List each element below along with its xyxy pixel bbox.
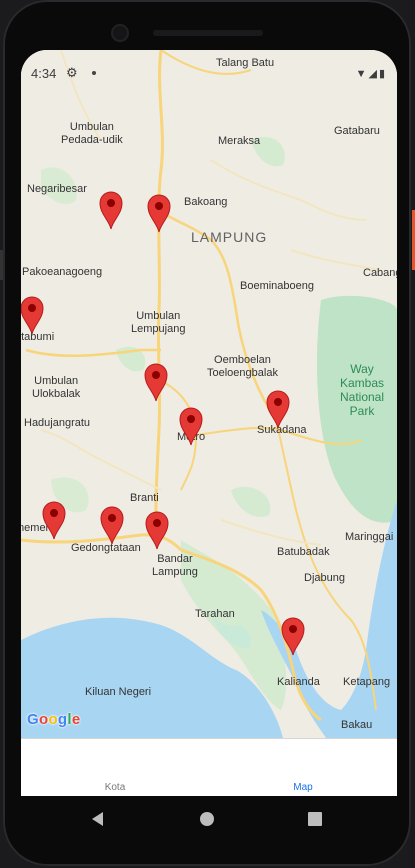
map-label: Hadujangratu xyxy=(24,417,91,429)
map-marker-pin[interactable] xyxy=(144,510,170,550)
home-icon[interactable] xyxy=(198,810,216,828)
phone-frame: Talang Batu Umbulan Pedada-udik Meraksa … xyxy=(3,0,411,866)
map-label: Tarahan xyxy=(195,608,235,620)
map-marker-pin[interactable] xyxy=(265,389,291,429)
system-navigation-bar xyxy=(3,796,411,866)
tab-map[interactable]: Map xyxy=(209,739,397,796)
front-camera-icon xyxy=(113,26,127,40)
map-park-label: Way Kambas National Park xyxy=(339,362,385,418)
map-marker-pin[interactable] xyxy=(98,190,124,230)
map-marker-pin[interactable] xyxy=(41,500,67,540)
tab-kota[interactable]: Kota xyxy=(21,739,209,796)
tab-kota-label: Kota xyxy=(104,782,126,793)
status-time: 4:34 xyxy=(31,66,57,81)
map-label: Bakoang xyxy=(184,196,228,208)
map-label: Umbulan Pedada-udik xyxy=(61,121,123,146)
map-label: Djabung xyxy=(304,572,345,584)
google-attribution-logo: Google xyxy=(27,711,81,728)
map-label: Kalianda xyxy=(277,676,320,688)
map-marker-pin[interactable] xyxy=(178,406,204,446)
map-label: Maringgai xyxy=(345,531,394,543)
map-label: Umbulan Lempujang xyxy=(131,310,186,335)
map-marker-pin[interactable] xyxy=(146,193,172,233)
map-label: Ketapang xyxy=(343,676,391,688)
map-marker-pin[interactable] xyxy=(21,295,45,335)
notification-dot-icon xyxy=(92,71,96,75)
map-label: Pakoeanagoeng xyxy=(22,266,103,278)
map-label: Bakau xyxy=(341,719,373,731)
map-label: Oemboelan Toeloengbalak xyxy=(207,354,278,379)
signal-battery-icons: ▼◢▮ xyxy=(355,68,387,80)
map-label: Kiluan Negeri xyxy=(85,686,152,698)
recents-icon[interactable] xyxy=(306,810,324,828)
map-label: Boeminaboeng xyxy=(240,280,315,292)
map-label: Negaribesar xyxy=(27,183,87,195)
map-view[interactable]: Talang Batu Umbulan Pedada-udik Meraksa … xyxy=(21,50,397,738)
bottom-navigation: Kota Map xyxy=(21,738,397,796)
map-label: Gatabaru xyxy=(334,125,380,137)
map-marker-pin[interactable] xyxy=(280,616,306,656)
app-screen: Talang Batu Umbulan Pedada-udik Meraksa … xyxy=(21,50,397,796)
tab-map-label: Map xyxy=(293,782,313,793)
earpiece-speaker xyxy=(153,30,263,36)
settings-gear-icon: ⚙ xyxy=(66,65,78,80)
map-label: Cabang xyxy=(363,267,397,279)
map-label: Batubadak xyxy=(277,546,330,558)
map-label: Branti xyxy=(130,492,159,504)
map-label: Bandar Lampung xyxy=(152,553,198,578)
status-bar: 4:34 ⚙ ▼◢▮ xyxy=(21,50,397,81)
map-marker-pin[interactable] xyxy=(143,362,169,402)
background-edge xyxy=(0,250,3,280)
map-label: Umbulan Ulokbalak xyxy=(32,375,81,400)
back-icon[interactable] xyxy=(89,810,107,828)
map-label: Meraksa xyxy=(218,135,261,147)
map-marker-pin[interactable] xyxy=(99,505,125,545)
map-region-label: LAMPUNG xyxy=(191,229,268,245)
